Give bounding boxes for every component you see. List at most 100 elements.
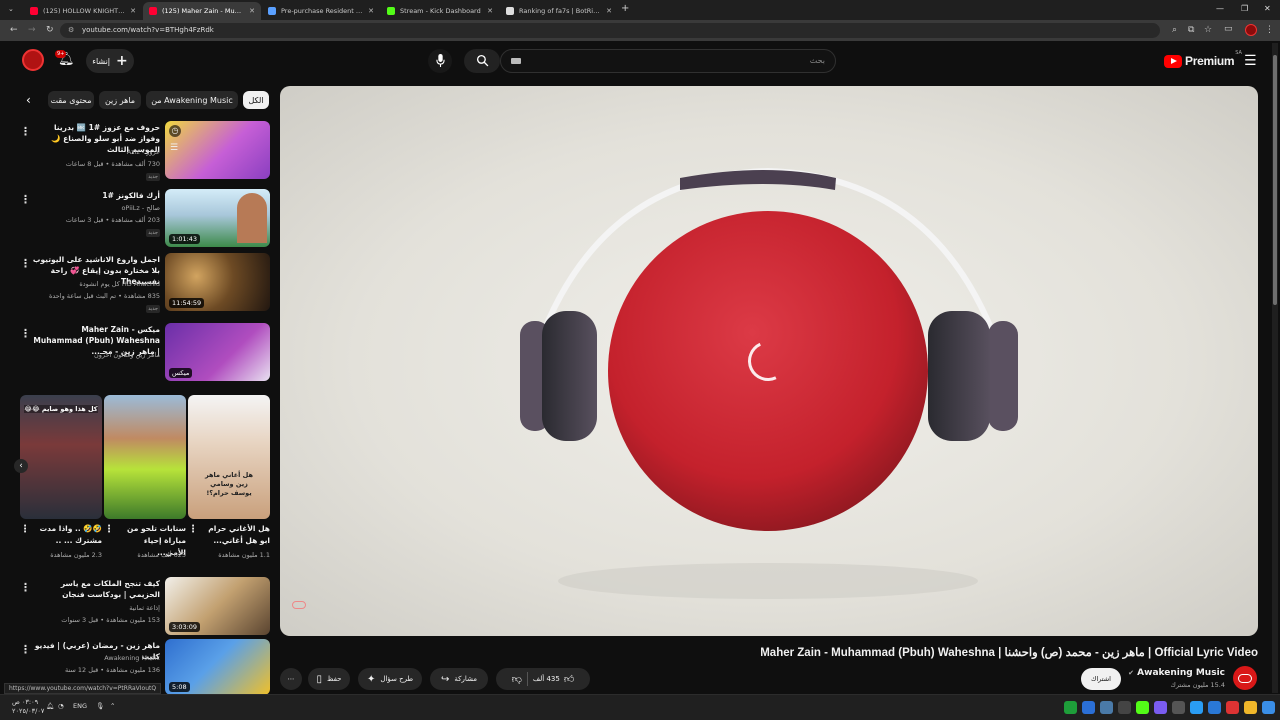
app-icon-1[interactable] [1064, 701, 1077, 714]
short-title[interactable]: هل الأغاني حرام ابو هل أغاني... [200, 523, 270, 547]
browser-tab-3[interactable]: Pre-purchase Resident Evil Req ✕ [262, 2, 380, 20]
like-button[interactable]: 👍︎ 435 ألف [533, 673, 574, 685]
chip-all[interactable]: الكل [243, 91, 269, 109]
tray-expand-icon[interactable]: ⌃ [110, 702, 115, 710]
chip-maher-zain[interactable]: ماهر زين [99, 91, 141, 109]
browser-taskbar-icon[interactable] [1226, 701, 1239, 714]
network-icon[interactable]: ◔ [58, 702, 64, 710]
short-item[interactable]: كل هذا وهو صايم 😂😂 ⋮ 🤣🤣 .. واذا مدت مشتر… [20, 395, 102, 559]
short-title[interactable]: 🤣🤣 .. واذا مدت مشترك ... .. [32, 523, 102, 547]
video-thumbnail[interactable]: 5:08 [165, 639, 270, 695]
share-button[interactable]: مشاركة ↪ [430, 668, 488, 690]
more-actions-icon[interactable]: ⋮ [20, 643, 31, 656]
keyboard-icon[interactable] [511, 58, 521, 64]
browser-tab-4[interactable]: Stream - Kick Dashboard ✕ [381, 2, 499, 20]
account-avatar[interactable] [22, 49, 44, 71]
create-button[interactable]: إنشاء + [86, 49, 134, 73]
new-tab-button[interactable]: + [621, 3, 629, 14]
back-icon[interactable]: ← [10, 25, 18, 35]
zoom-icon[interactable]: ⌕ [1172, 25, 1177, 35]
channel-name[interactable]: HD Anachid كل يوم انشودة [32, 280, 160, 288]
channel-watermark-icon[interactable] [292, 601, 306, 609]
short-item[interactable]: ⋮ سنابات تلحو من مباراة إحياء الأمي... 6… [104, 395, 186, 559]
mix-thumbnail[interactable]: ميكس [165, 323, 270, 381]
add-to-queue-icon[interactable]: ☰ [170, 143, 178, 153]
reload-icon[interactable]: ↻ [46, 25, 54, 35]
subscribe-button[interactable]: اشتراك [1081, 668, 1121, 690]
list-item[interactable]: ◷ ☰ ⋮ حروف مع عزوز #1 🔤 بدرينا وفواز ضد … [14, 121, 270, 183]
more-actions-icon[interactable]: ⋮ [104, 524, 114, 535]
watch-later-icon[interactable]: ◷ [169, 125, 181, 137]
close-window-icon[interactable]: ✕ [1264, 4, 1271, 13]
more-actions-icon[interactable]: ⋮ [188, 524, 198, 535]
shorts-prev-icon[interactable]: ‹ [14, 459, 28, 473]
close-tab-icon[interactable]: ✕ [130, 7, 136, 15]
channel-name[interactable]: عزوز - Aziz [32, 148, 160, 156]
more-actions-icon[interactable]: ⋮ [20, 524, 30, 535]
app-icon-4[interactable] [1118, 701, 1131, 714]
short-thumbnail[interactable]: هل أغاني ماهر زين وسامي يوسف حرام؟! [188, 395, 270, 519]
scrollbar-thumb[interactable] [1273, 55, 1277, 305]
start-icon[interactable] [1262, 701, 1275, 714]
chip-from-awakening-music[interactable]: من Awakening Music [146, 91, 238, 109]
browser-tab-5[interactable]: Ranking of fa7s | BotRix — Clo ✕ [500, 2, 618, 20]
video-title[interactable]: كيف تنجح الملكات مع ياسر الحزيمي | بودكا… [32, 578, 160, 600]
app-icon-5[interactable] [1136, 701, 1149, 714]
steam-taskbar-icon[interactable] [1100, 701, 1113, 714]
list-item[interactable]: 1:01:43 ⋮ أرك فالكونز #1 صالح - oPiiLz 2… [14, 189, 270, 251]
more-actions-icon[interactable]: ⋮ [20, 125, 31, 138]
chevron-left-icon[interactable]: ‹ [26, 93, 31, 107]
video-thumbnail[interactable]: 3:03:09 [165, 577, 270, 635]
youtube-premium-logo[interactable]: Premium SA [1164, 50, 1242, 68]
hamburger-menu-icon[interactable]: ☰ [1244, 53, 1257, 69]
url-field[interactable]: ⚙ youtube.com/watch?v=BTHgh4FzRdk [60, 23, 1160, 38]
microphone-tray-icon[interactable]: 🎙︎ [96, 702, 104, 710]
video-player[interactable] [280, 86, 1258, 636]
short-item[interactable]: هل أغاني ماهر زين وسامي يوسف حرام؟! ⋮ هل… [188, 395, 270, 559]
taskbar-clock[interactable]: ٠٣:٠٩ ص ٢٠٢٥/٠٣/٠٧ [12, 698, 44, 716]
close-tab-icon[interactable]: ✕ [606, 7, 612, 15]
bookmark-star-icon[interactable]: ☆ [1204, 25, 1212, 35]
list-item[interactable]: 3:03:09 ⋮ كيف تنجح الملكات مع ياسر الحزي… [14, 577, 270, 639]
channel-name[interactable]: ماهر زين وفنانون آخرون [32, 351, 160, 359]
file-explorer-icon[interactable] [1244, 701, 1257, 714]
more-actions-icon[interactable]: ⋮ [20, 193, 31, 206]
short-thumbnail[interactable]: كل هذا وهو صايم 😂😂 [20, 395, 102, 519]
close-tab-icon[interactable]: ✕ [368, 7, 374, 15]
browser-tab-1[interactable]: (125) HOLLOW KNIGHT Full Ga ✕ [24, 2, 142, 20]
page-scrollbar[interactable] [1272, 43, 1278, 693]
video-thumbnail[interactable]: 1:01:43 [165, 189, 270, 247]
language-indicator[interactable]: ENG [73, 702, 87, 710]
browser-tab-2[interactable]: (125) Maher Zain - Muhamma ✕ [143, 2, 261, 20]
install-app-icon[interactable]: ⧉ [1188, 25, 1194, 35]
more-actions-icon[interactable]: ⋮ [20, 257, 31, 270]
more-actions-button[interactable]: ⋯ [280, 668, 302, 690]
save-button[interactable]: حفظ ▯ [308, 668, 350, 690]
short-thumbnail[interactable] [104, 395, 186, 519]
forward-icon[interactable]: → [28, 25, 36, 35]
search-button[interactable] [464, 49, 500, 73]
ask-button[interactable]: طرح سؤال ✦ [358, 668, 422, 690]
list-item[interactable]: ميكس ⋮ ميكس Maher Zain - Muhammad (Pbuh)… [14, 323, 270, 385]
search-input[interactable]: بحث [500, 49, 836, 73]
settings-taskbar-icon[interactable] [1172, 701, 1185, 714]
voice-search-button[interactable] [428, 49, 452, 73]
video-title[interactable]: أرك فالكونز #1 [32, 190, 160, 201]
site-info-icon[interactable]: ⚙ [68, 26, 74, 34]
notifications-icon[interactable]: 🔔︎ [46, 702, 54, 710]
channel-name[interactable]: إذاعة ثمانية [32, 604, 160, 612]
dislike-button[interactable]: 👎︎ [512, 673, 522, 685]
edge-taskbar-icon[interactable] [1190, 701, 1203, 714]
extensions-icon[interactable]: ▭ [1224, 24, 1233, 34]
tab-search-icon[interactable]: ⌄ [8, 5, 14, 13]
channel-name-link[interactable]: Awakening Music ✔ [1128, 668, 1225, 678]
profile-avatar[interactable] [1245, 24, 1257, 36]
more-actions-icon[interactable]: ⋮ [20, 327, 31, 340]
more-actions-icon[interactable]: ⋮ [20, 581, 31, 594]
discord-taskbar-icon[interactable] [1154, 701, 1167, 714]
close-tab-icon[interactable]: ✕ [487, 7, 493, 15]
app-icon-2[interactable] [1082, 701, 1095, 714]
video-thumbnail[interactable]: ◷ ☰ [165, 121, 270, 179]
channel-name[interactable]: صالح - oPiiLz [32, 204, 160, 212]
chip-recent[interactable]: محتوى مقت [48, 91, 94, 109]
